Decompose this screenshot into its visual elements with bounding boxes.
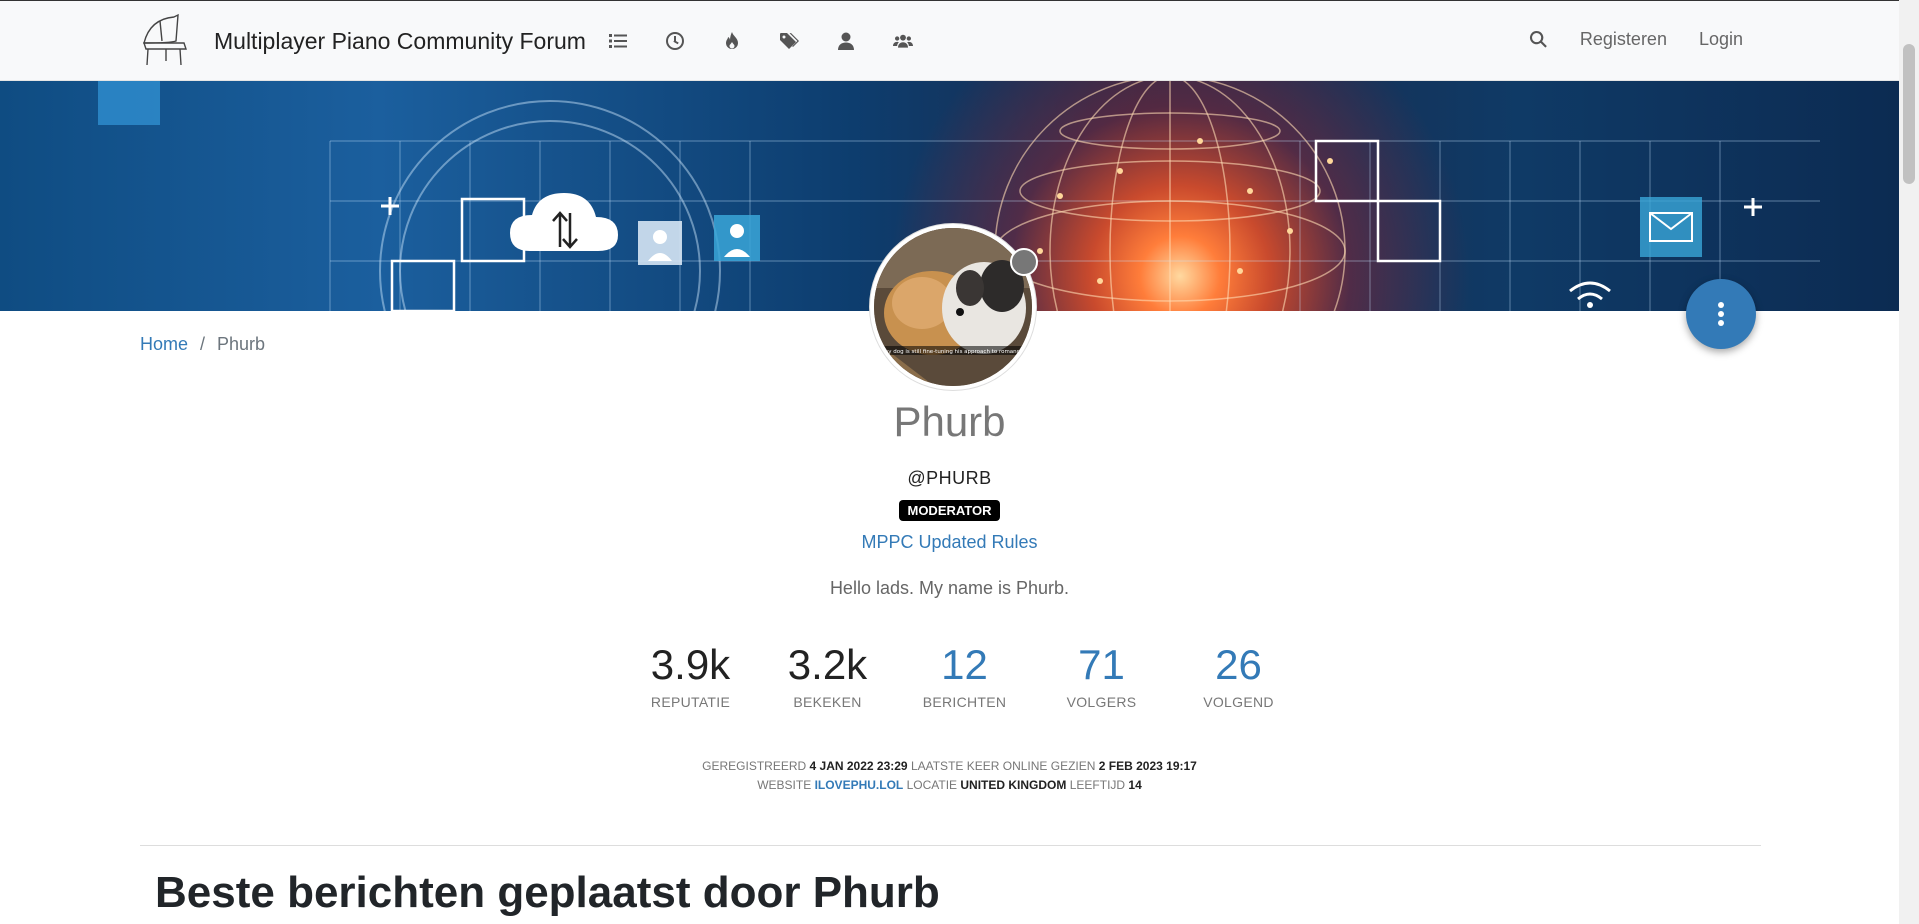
last-online-value: 2 FEB 2023 19:17 xyxy=(1098,759,1197,773)
stat-label: REPUTATIE xyxy=(650,694,731,711)
stat-label: VOLGERS xyxy=(1066,694,1137,711)
registered-label: GEREGISTREERD xyxy=(702,759,807,773)
recent-icon[interactable] xyxy=(663,29,687,53)
profile-meta-details: WEBSITE ILOVEPHU.LOL LOCATIE UNITED KING… xyxy=(0,778,1899,792)
registered-value: 4 JAN 2022 23:29 xyxy=(809,759,908,773)
breadcrumb-current: Phurb xyxy=(217,334,266,354)
stat-following[interactable]: 26 VOLGEND xyxy=(1170,640,1307,710)
website-label: WEBSITE xyxy=(757,778,812,792)
page-scrollbar[interactable] xyxy=(1899,0,1919,924)
groups-icon[interactable] xyxy=(891,29,915,53)
age-label: LEEFTIJD xyxy=(1069,778,1126,792)
search-icon[interactable] xyxy=(1529,30,1548,49)
avatar[interactable]: my dog is still fine-tuning his approach… xyxy=(870,224,1036,390)
more-vertical-icon xyxy=(1718,302,1724,326)
tags-icon[interactable] xyxy=(777,29,801,53)
best-posts-heading: Beste berichten geplaatst door Phurb xyxy=(155,868,940,917)
stat-posts[interactable]: 12 BERICHTEN xyxy=(896,640,1033,710)
stat-value[interactable]: 26 xyxy=(1170,640,1307,690)
stat-label: BERICHTEN xyxy=(922,694,1007,711)
moderator-badge[interactable]: MODERATOR xyxy=(899,500,1000,521)
profile-bio: Hello lads. My name is Phurb. xyxy=(829,578,1070,598)
breadcrumb: Home / Phurb xyxy=(140,334,265,355)
location-value: UNITED KINGDOM xyxy=(960,778,1067,792)
stat-value[interactable]: 12 xyxy=(896,640,1033,690)
stat-label: BEKEKEN xyxy=(793,694,862,711)
main-nav xyxy=(606,29,915,53)
register-link[interactable]: Registeren xyxy=(1580,29,1667,50)
piano-logo-icon[interactable] xyxy=(140,13,194,69)
nav-right: Registeren Login xyxy=(1529,29,1743,50)
stat-followers[interactable]: 71 VOLGERS xyxy=(1033,640,1170,710)
stat-reputation: 3.9k REPUTATIE xyxy=(622,640,759,710)
status-indicator xyxy=(1010,248,1038,276)
popular-icon[interactable] xyxy=(720,29,744,53)
group-badge-container: MODERATOR xyxy=(0,500,1899,521)
stat-value[interactable]: 71 xyxy=(1033,640,1170,690)
avatar-caption: my dog is still fine-tuning his approach… xyxy=(883,349,1024,355)
breadcrumb-separator: / xyxy=(200,334,206,354)
stat-value: 3.9k xyxy=(650,641,731,688)
categories-icon[interactable] xyxy=(606,29,630,53)
location-label: LOCATIE xyxy=(906,778,958,792)
scrollbar-thumb[interactable] xyxy=(1903,44,1915,184)
age-value: 14 xyxy=(1128,778,1142,792)
last-online-label: LAATSTE KEER ONLINE GEZIEN xyxy=(910,759,1096,773)
stat-value: 3.2k xyxy=(787,641,868,688)
rules-link[interactable]: MPPC Updated Rules xyxy=(861,532,1037,552)
profile-meta-dates: GEREGISTREERD 4 JAN 2022 23:29 LAATSTE K… xyxy=(0,759,1899,773)
breadcrumb-home[interactable]: Home xyxy=(140,334,188,355)
profile-actions-button[interactable] xyxy=(1686,279,1756,349)
profile-stats: 3.9k REPUTATIE 3.2k BEKEKEN 12 BERICHTEN… xyxy=(622,640,1307,710)
website-link[interactable]: ILOVEPHU.LOL xyxy=(815,778,904,792)
profile-link-container: MPPC Updated Rules xyxy=(0,532,1899,553)
stat-views: 3.2k BEKEKEN xyxy=(759,640,896,710)
login-link[interactable]: Login xyxy=(1699,29,1743,50)
section-divider xyxy=(140,845,1761,846)
site-title[interactable]: Multiplayer Piano Community Forum xyxy=(214,28,586,55)
stat-label: VOLGEND xyxy=(1203,694,1274,711)
users-icon[interactable] xyxy=(834,29,858,53)
profile-username: @PHURB xyxy=(907,468,992,488)
profile-fullname: Phurb xyxy=(893,398,1006,445)
navbar: Multiplayer Piano Community Forum Regist… xyxy=(0,0,1899,81)
